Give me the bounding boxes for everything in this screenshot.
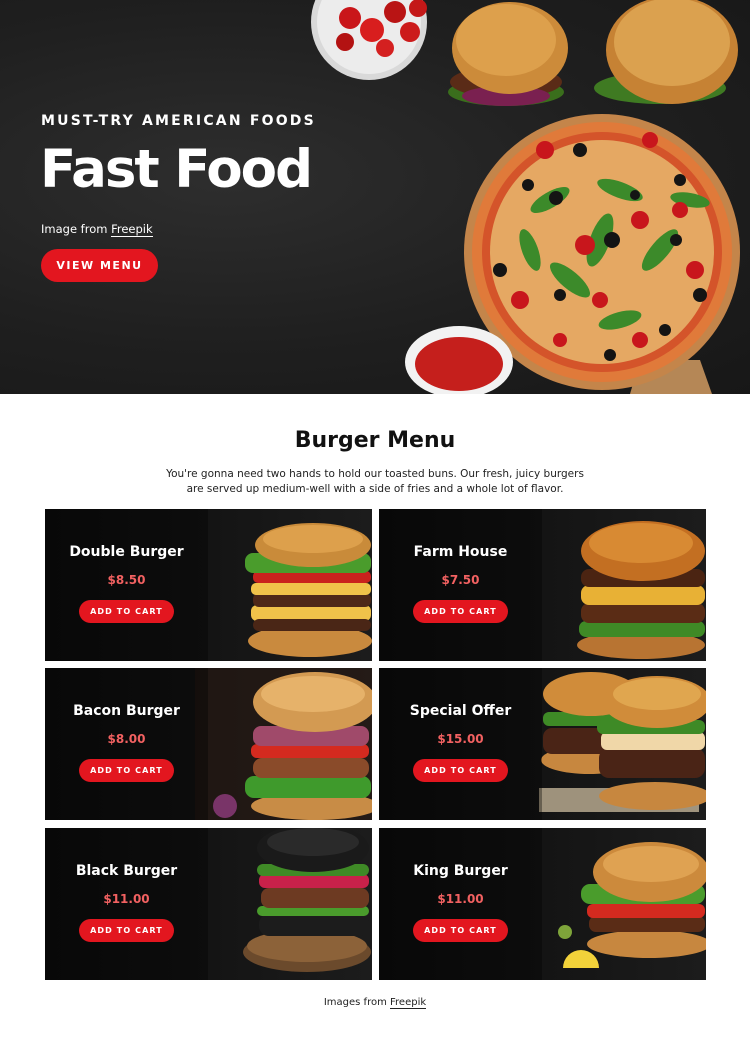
add-to-cart-button[interactable]: ADD TO CART	[413, 919, 508, 942]
king-burger-image	[558, 842, 706, 968]
add-to-cart-button[interactable]: ADD TO CART	[79, 919, 174, 942]
freepik-link[interactable]: Freepik	[111, 222, 153, 237]
black-burger-image	[243, 828, 371, 972]
menu-card-special-offer: Special Offer $15.00 ADD TO CART	[379, 668, 706, 820]
bacon-burger-image	[195, 668, 372, 820]
footer-image-credit: Images from Freepik	[0, 997, 750, 1009]
item-price: $15.00	[437, 732, 484, 746]
hero-credit-prefix: Image from	[41, 222, 112, 236]
farm-house-burger-image	[577, 521, 705, 659]
item-name: Double Burger	[69, 544, 184, 560]
item-price: $7.50	[441, 573, 480, 587]
item-name: Bacon Burger	[73, 703, 180, 719]
hero-eyebrow: MUST-TRY AMERICAN FOODS	[41, 113, 316, 129]
footer-freepik-link[interactable]: Freepik	[390, 997, 427, 1009]
item-name: Farm House	[413, 544, 508, 560]
hero-title: Fast Food	[40, 139, 313, 200]
item-name: Black Burger	[75, 863, 178, 879]
add-to-cart-button[interactable]: ADD TO CART	[79, 600, 174, 623]
item-price: $11.00	[103, 892, 150, 906]
add-to-cart-button[interactable]: ADD TO CART	[413, 600, 508, 623]
item-price: $8.00	[107, 732, 146, 746]
hero-image-credit: Image from Freepik	[41, 222, 153, 237]
menu-card-double-burger: Double Burger $8.50 ADD TO CART	[45, 509, 372, 661]
menu-card-king-burger: King Burger $11.00 ADD TO CART	[379, 828, 706, 980]
add-to-cart-button[interactable]: ADD TO CART	[79, 759, 174, 782]
menu-card-black-burger: Black Burger $11.00 ADD TO CART	[45, 828, 372, 980]
menu-card-bacon-burger: Bacon Burger $8.00 ADD TO CART	[45, 668, 372, 820]
section-title: Burger Menu	[294, 428, 456, 453]
special-offer-burgers-image	[539, 672, 706, 812]
double-burger-image	[245, 523, 372, 657]
item-name: King Burger	[413, 863, 508, 879]
food-spread-image	[311, 0, 740, 394]
item-price: $11.00	[437, 892, 484, 906]
section-description: You're gonna need two hands to hold our …	[166, 468, 584, 495]
view-menu-button[interactable]: VIEW MENU	[41, 249, 158, 282]
menu-card-farm-house: Farm House $7.50 ADD TO CART	[379, 509, 706, 661]
add-to-cart-button[interactable]: ADD TO CART	[413, 759, 508, 782]
footer-credit-prefix: Images from	[323, 997, 391, 1008]
item-price: $8.50	[107, 573, 146, 587]
item-name: Special Offer	[409, 703, 512, 719]
hero-banner: MUST-TRY AMERICAN FOODS Fast Food Image …	[0, 0, 750, 394]
